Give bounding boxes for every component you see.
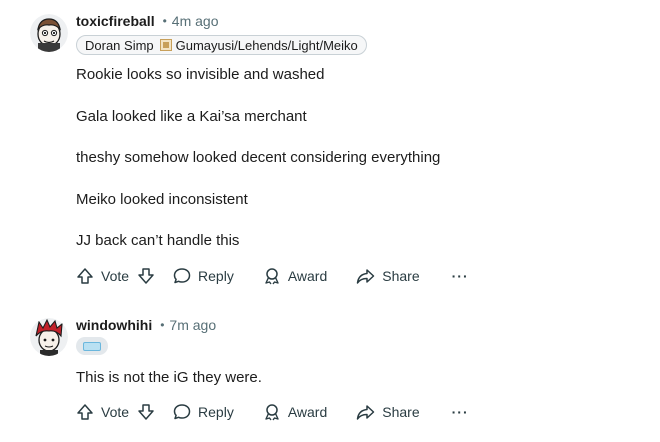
avatar[interactable] <box>30 14 68 52</box>
speech-bubble-icon <box>173 404 191 420</box>
more-options-button[interactable]: ··· <box>452 404 469 420</box>
more-options-button[interactable]: ··· <box>452 268 469 284</box>
comment-text-line: This is not the iG they were. <box>76 369 262 386</box>
comment-text-line: theshy somehow looked decent considering… <box>76 149 441 166</box>
timestamp[interactable]: 4m ago <box>172 13 219 29</box>
comment-meta: toxicfireball • 4m ago <box>76 13 219 29</box>
reply-label: Reply <box>198 404 234 420</box>
arrow-down-icon <box>138 404 154 420</box>
award-icon <box>265 404 279 421</box>
avatar[interactable] <box>30 318 68 356</box>
user-flair-emoji-icon <box>76 337 108 355</box>
award-label: Award <box>287 268 328 284</box>
comment-text-line: JJ back can’t handle this <box>76 232 240 249</box>
vote-label: Vote <box>101 268 130 284</box>
flair-emoji-icon <box>159 39 172 51</box>
ellipsis-icon: ··· <box>451 404 469 420</box>
arrow-up-icon <box>77 404 93 420</box>
username[interactable]: toxicfireball <box>76 13 155 29</box>
award-button[interactable]: Award <box>263 267 327 285</box>
user-flair: Doran Simp Gumayusi/Lehends/Light/Meiko <box>76 35 367 55</box>
downvote-button[interactable] <box>137 403 155 421</box>
comment-meta: windowhihi • 7m ago <box>76 317 216 333</box>
comment-text-line: Gala looked like a Kai’sa merchant <box>76 108 307 125</box>
ellipsis-icon: ··· <box>451 268 469 284</box>
share-label: Share <box>382 404 420 420</box>
share-label: Share <box>382 268 420 284</box>
award-button[interactable]: Award <box>263 403 327 421</box>
upvote-button[interactable]: Vote <box>76 267 129 285</box>
username[interactable]: windowhihi <box>76 317 152 333</box>
downvote-button[interactable] <box>137 267 155 285</box>
flair-text: Doran Simp <box>85 37 154 53</box>
reply-button[interactable]: Reply <box>173 403 234 421</box>
award-label: Award <box>287 404 328 420</box>
share-button[interactable]: Share <box>356 267 420 285</box>
share-arrow-icon <box>357 269 375 284</box>
comment-action-bar: Vote Reply Award Share ··· <box>76 264 469 288</box>
speech-bubble-icon <box>173 268 191 284</box>
separator-dot: • <box>160 318 165 332</box>
comment-action-bar: Vote Reply Award Share ··· <box>76 400 469 424</box>
reply-button[interactable]: Reply <box>173 267 234 285</box>
share-arrow-icon <box>357 405 375 420</box>
arrow-down-icon <box>138 268 154 284</box>
share-button[interactable]: Share <box>356 403 420 421</box>
flair-text-secondary: Gumayusi/Lehends/Light/Meiko <box>175 37 358 53</box>
comment-text-line: Meiko looked inconsistent <box>76 191 248 208</box>
timestamp[interactable]: 7m ago <box>169 317 216 333</box>
separator-dot: • <box>162 14 167 28</box>
reply-label: Reply <box>198 268 234 284</box>
vote-label: Vote <box>101 404 130 420</box>
award-icon <box>265 268 279 285</box>
arrow-up-icon <box>77 268 93 284</box>
comment-text-line: Rookie looks so invisible and washed <box>76 66 325 83</box>
upvote-button[interactable]: Vote <box>76 403 129 421</box>
